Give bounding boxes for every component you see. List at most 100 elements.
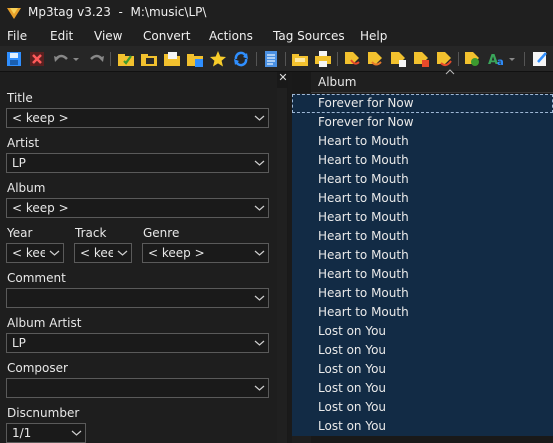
tag-convert-2-icon[interactable] (366, 50, 384, 68)
artist-label: Artist (7, 136, 40, 150)
album-cell: Heart to Mouth (318, 134, 409, 148)
album-artist-combo[interactable]: LP (6, 333, 269, 353)
comment-combo[interactable] (6, 288, 269, 308)
album-cell: Lost on You (318, 419, 387, 433)
table-row[interactable]: Heart to Mouth (292, 246, 553, 265)
tag-sources-icon[interactable] (463, 50, 481, 68)
album-cell: Lost on You (318, 400, 387, 414)
title-label: Title (7, 91, 33, 105)
year-combo[interactable]: < keep > (6, 243, 64, 263)
genre-combo[interactable]: < keep > (142, 243, 269, 263)
title-combo[interactable]: < keep > (6, 108, 269, 128)
tag-panel-scrollbar[interactable] (277, 88, 287, 443)
title-bar: Mp3tag v3.23 - M:\music\LP\ (0, 0, 553, 26)
text-case-icon[interactable]: Aa (487, 50, 505, 68)
table-row[interactable]: Lost on You (292, 379, 553, 398)
discnumber-label: Discnumber (7, 406, 80, 420)
text-case-dropdown-icon[interactable] (508, 50, 516, 68)
tag-convert-4-icon[interactable] (412, 50, 430, 68)
text-file-icon[interactable] (262, 50, 280, 68)
menu-actions[interactable]: Actions (209, 29, 253, 43)
tag-convert-1-icon[interactable] (343, 50, 361, 68)
chevron-down-icon[interactable] (114, 244, 131, 262)
table-row[interactable]: Heart to Mouth (292, 227, 553, 246)
table-row[interactable]: Heart to Mouth (292, 151, 553, 170)
chevron-down-icon[interactable] (68, 424, 85, 442)
album-cell: Lost on You (318, 324, 387, 338)
folder-check-icon[interactable] (117, 50, 135, 68)
mp3tag-app-icon (6, 5, 22, 21)
tag-convert-3-icon[interactable] (389, 50, 407, 68)
menu-tag-sources[interactable]: Tag Sources (273, 29, 345, 43)
sort-ascending-icon (445, 68, 455, 78)
discnumber-combo[interactable]: 1/1 (6, 423, 86, 443)
toolbar-separator (337, 52, 338, 66)
chevron-down-icon[interactable] (251, 154, 268, 172)
album-cell: Lost on You (318, 343, 387, 357)
table-row[interactable]: Heart to Mouth (292, 303, 553, 322)
table-row[interactable]: Heart to Mouth (292, 208, 553, 227)
star-icon[interactable] (209, 50, 227, 68)
menu-help[interactable]: Help (360, 29, 387, 43)
remove-icon[interactable] (28, 50, 46, 68)
genre-value: < keep > (148, 246, 205, 260)
menu-view[interactable]: View (94, 29, 122, 43)
toolbar-separator (110, 52, 111, 66)
menu-convert[interactable]: Convert (143, 29, 190, 43)
genre-label: Genre (143, 226, 180, 240)
folder-open-icon[interactable] (163, 50, 181, 68)
column-header-album[interactable]: Album (318, 75, 356, 89)
chevron-down-icon[interactable] (251, 379, 268, 397)
album-cell: Heart to Mouth (318, 153, 409, 167)
menu-file[interactable]: File (7, 29, 27, 43)
album-combo[interactable]: < keep > (6, 198, 269, 218)
svg-text:a: a (497, 57, 504, 68)
chevron-down-icon[interactable] (251, 334, 268, 352)
table-row[interactable]: Lost on You (292, 360, 553, 379)
artist-value: LP (12, 156, 26, 170)
track-combo[interactable]: < keep > (74, 243, 132, 263)
chevron-down-icon[interactable] (251, 289, 268, 307)
artist-combo[interactable]: LP (6, 153, 269, 173)
year-label: Year (7, 226, 33, 240)
table-row[interactable]: Heart to Mouth (292, 189, 553, 208)
menu-edit[interactable]: Edit (50, 29, 73, 43)
print-icon[interactable] (314, 50, 332, 68)
tag-convert-5-icon[interactable] (435, 50, 453, 68)
window-title: Mp3tag v3.23 - M:\music\LP\ (28, 5, 207, 19)
album-cell: Heart to Mouth (318, 229, 409, 243)
album-cell: Heart to Mouth (318, 210, 409, 224)
save-icon[interactable] (5, 50, 23, 68)
chevron-down-icon[interactable] (251, 244, 268, 262)
table-row[interactable]: Forever for Now (292, 113, 553, 132)
folder-add-icon[interactable] (140, 50, 158, 68)
toolbar: Aa (0, 46, 553, 72)
composer-label: Composer (7, 361, 68, 375)
table-row[interactable]: Lost on You (292, 417, 553, 436)
album-cell: Heart to Mouth (318, 248, 409, 262)
table-row[interactable]: Heart to Mouth (292, 265, 553, 284)
undo-icon[interactable] (52, 50, 70, 68)
table-row[interactable]: Heart to Mouth (292, 132, 553, 151)
chevron-down-icon[interactable] (46, 244, 63, 262)
toolbar-separator (285, 52, 286, 66)
table-row[interactable]: Forever for Now (292, 94, 553, 113)
edit-note-icon[interactable] (531, 50, 549, 68)
toolbar-separator (458, 52, 459, 66)
table-row[interactable]: Lost on You (292, 398, 553, 417)
album-cell: Heart to Mouth (318, 286, 409, 300)
refresh-icon[interactable] (232, 50, 250, 68)
undo-dropdown-icon[interactable] (72, 50, 80, 68)
album-cell: Heart to Mouth (318, 305, 409, 319)
table-row[interactable]: Heart to Mouth (292, 170, 553, 189)
folder-export-icon[interactable] (291, 50, 309, 68)
redo-icon[interactable] (88, 50, 106, 68)
table-row[interactable]: Heart to Mouth (292, 284, 553, 303)
composer-combo[interactable] (6, 378, 269, 398)
folder-tag-icon[interactable] (186, 50, 204, 68)
table-row[interactable]: Lost on You (292, 322, 553, 341)
chevron-down-icon[interactable] (251, 199, 268, 217)
toolbar-separator (524, 52, 525, 66)
chevron-down-icon[interactable] (251, 109, 268, 127)
table-row[interactable]: Lost on You (292, 341, 553, 360)
